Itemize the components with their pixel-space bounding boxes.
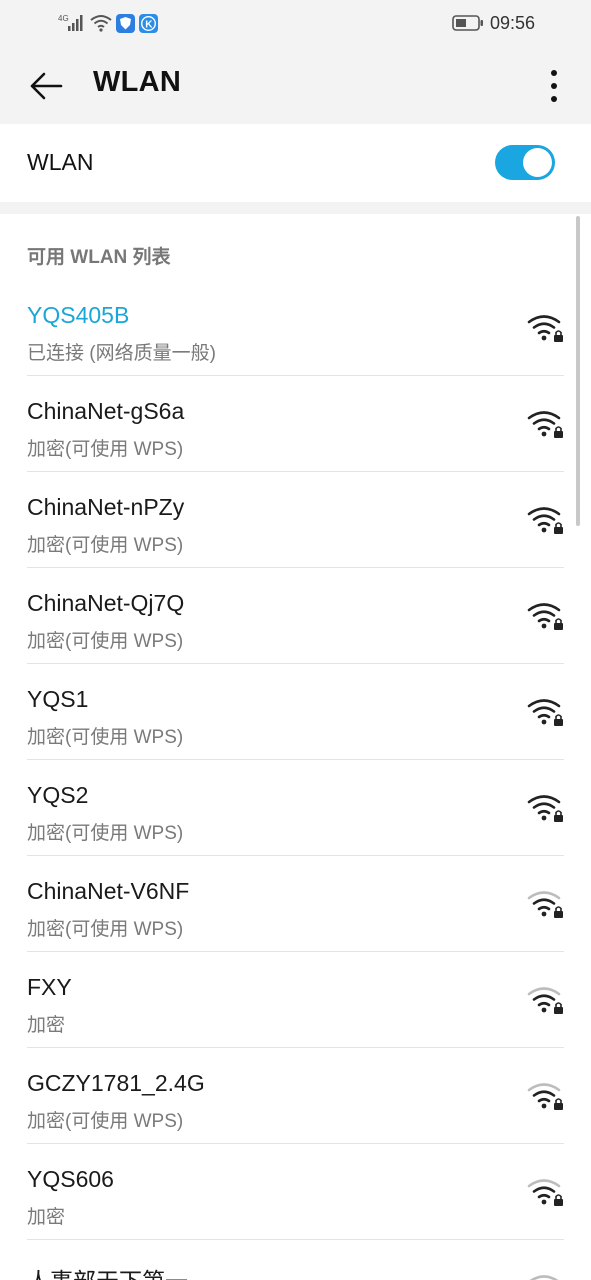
shield-app-icon [116,13,135,33]
page-title: WLAN [93,66,182,98]
section-header: 可用 WLAN 列表 [27,247,171,268]
network-status: 加密(可使用 WPS) [27,631,184,652]
more-options-button[interactable] [539,64,569,108]
network-status: 加密(可使用 WPS) [27,439,184,460]
status-icons-right: 09:56 [452,12,535,34]
wifi-locked-icon [527,795,563,822]
status-bar: 4G K 09:56 [0,0,591,46]
wlan-toggle-label: WLAN [27,149,94,175]
network-name: GCZY1781_2.4G [27,1070,205,1096]
network-item[interactable]: YQS2 加密(可使用 WPS) [0,760,591,856]
network-status: 加密(可使用 WPS) [27,823,184,844]
network-name: YQS1 [27,686,89,712]
status-time: 09:56 [489,12,535,33]
wifi-locked-icon [527,315,563,342]
network-name: ChinaNet-nPZy [27,494,185,520]
network-name: YQS606 [27,1166,114,1192]
network-name: YQS405B [27,302,130,328]
status-icons-left: 4G K [58,12,158,34]
wifi-locked-weak-icon [527,891,563,918]
cellular-signal-icon: 4G [58,14,83,31]
app-bar: WLAN [0,46,591,124]
wlan-switch[interactable] [495,145,555,180]
network-status: 加密(可使用 WPS) [27,727,184,748]
battery-icon [452,15,483,31]
network-item[interactable]: FXY 加密 [0,952,591,1048]
back-button[interactable] [24,64,68,108]
network-item[interactable]: YQS405B 已连接 (网络质量一般) [0,280,591,376]
network-status: 加密 [27,1207,66,1228]
network-status: 加密(可使用 WPS) [27,535,184,556]
network-status: 已连接 (网络质量一般) [27,343,216,364]
wifi-locked-weak-icon [527,987,563,1014]
network-item[interactable]: YQS606 加密 [0,1144,591,1240]
network-name: ChinaNet-Qj7Q [27,590,185,616]
k-app-icon: K [139,13,158,33]
network-item[interactable]: ChinaNet-gS6a 加密(可使用 WPS) [0,376,591,472]
wifi-status-icon [90,15,112,32]
wifi-locked-weak-icon [527,1083,563,1110]
network-status: 加密 [27,1015,66,1036]
network-item[interactable]: YQS1 加密(可使用 WPS) [0,664,591,760]
wifi-locked-icon [527,699,563,726]
wifi-locked-weak-icon [527,1179,563,1206]
wifi-locked-icon [527,411,563,438]
network-item[interactable]: 人事部天下第一 [0,1240,591,1280]
network-name: ChinaNet-V6NF [27,878,190,904]
switch-knob [523,148,552,177]
network-status: 加密(可使用 WPS) [27,919,184,940]
network-status: 加密(可使用 WPS) [27,1111,184,1132]
network-name: FXY [27,974,72,1000]
network-name: 人事部天下第一 [27,1262,188,1280]
network-item[interactable]: ChinaNet-Qj7Q 加密(可使用 WPS) [0,568,591,664]
network-item[interactable]: GCZY1781_2.4G 加密(可使用 WPS) [0,1048,591,1144]
network-name: YQS2 [27,782,89,808]
more-vertical-icon [551,70,557,102]
k-app-letter: K [145,19,153,30]
network-name: ChinaNet-gS6a [27,398,185,424]
wifi-locked-icon [527,603,563,630]
wlan-toggle-row[interactable]: WLAN [0,124,591,202]
back-arrow-icon [30,72,63,100]
network-item[interactable]: ChinaNet-V6NF 加密(可使用 WPS) [0,856,591,952]
network-list: 可用 WLAN 列表 YQS405B 已连接 (网络质量一般) ChinaNet… [0,214,591,1280]
wifi-locked-icon [527,507,563,534]
network-type-label: 4G [58,14,69,23]
network-item[interactable]: ChinaNet-nPZy 加密(可使用 WPS) [0,472,591,568]
wifi-locked-weak-icon [529,1275,559,1280]
